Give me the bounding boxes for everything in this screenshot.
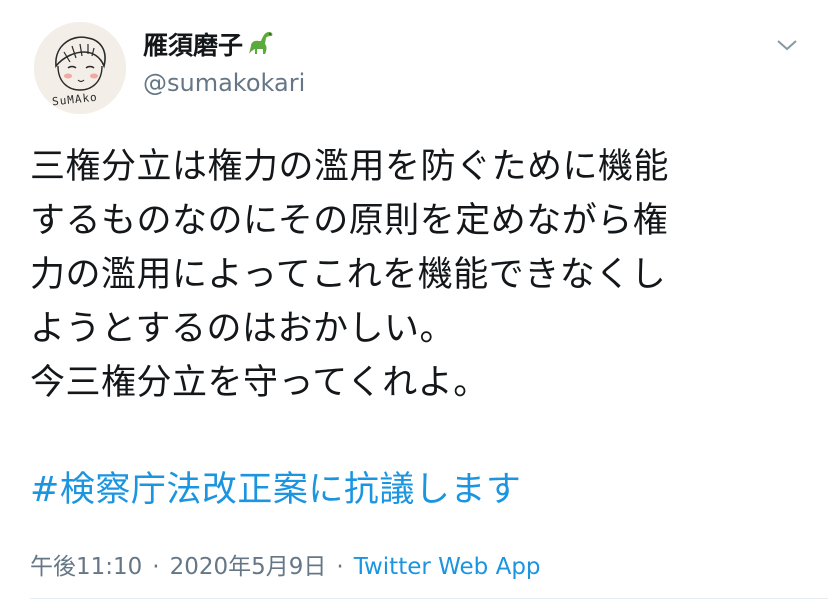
display-name[interactable]: 雁須磨子 [143, 28, 275, 67]
meta-separator: · [152, 554, 160, 580]
tweet-time[interactable]: 午後11:10 [30, 554, 142, 580]
divider [30, 598, 828, 599]
tweet-text-line: ようとするのはおかしい。 [30, 309, 455, 349]
meta-separator: · [336, 554, 344, 580]
hashtag-link[interactable]: #検察庁法改正案に抗議します [30, 463, 521, 517]
tweet-text: 三権分立は権力の濫用を防ぐために機能 するものなのにその原則を定めながら権 力の… [30, 140, 810, 410]
tweet-text-line: 今三権分立を守ってくれよ。 [30, 363, 489, 403]
tweet-date[interactable]: 2020年5月9日 [170, 554, 327, 580]
tweet-text-line: するものなのにその原則を定めながら権 [30, 201, 669, 241]
chevron-down-icon [777, 40, 797, 51]
display-name-text: 雁須磨子 [143, 31, 244, 60]
tweet-source-link[interactable]: Twitter Web App [354, 554, 541, 580]
tweet-card: SuMAko 雁須磨子 @sumakokari 三権分立は権力の濫用を防ぐために… [0, 0, 828, 603]
tweet-meta: 午後11:10 · 2020年5月9日 · Twitter Web App [30, 551, 541, 583]
user-handle[interactable]: @sumakokari [143, 67, 305, 99]
tweet-text-line: 力の濫用によってこれを機能できなくし [30, 255, 667, 295]
more-options-button[interactable] [772, 30, 802, 60]
sauropod-icon [245, 28, 275, 67]
tweet-text-line: 三権分立は権力の濫用を防ぐために機能 [30, 147, 670, 187]
